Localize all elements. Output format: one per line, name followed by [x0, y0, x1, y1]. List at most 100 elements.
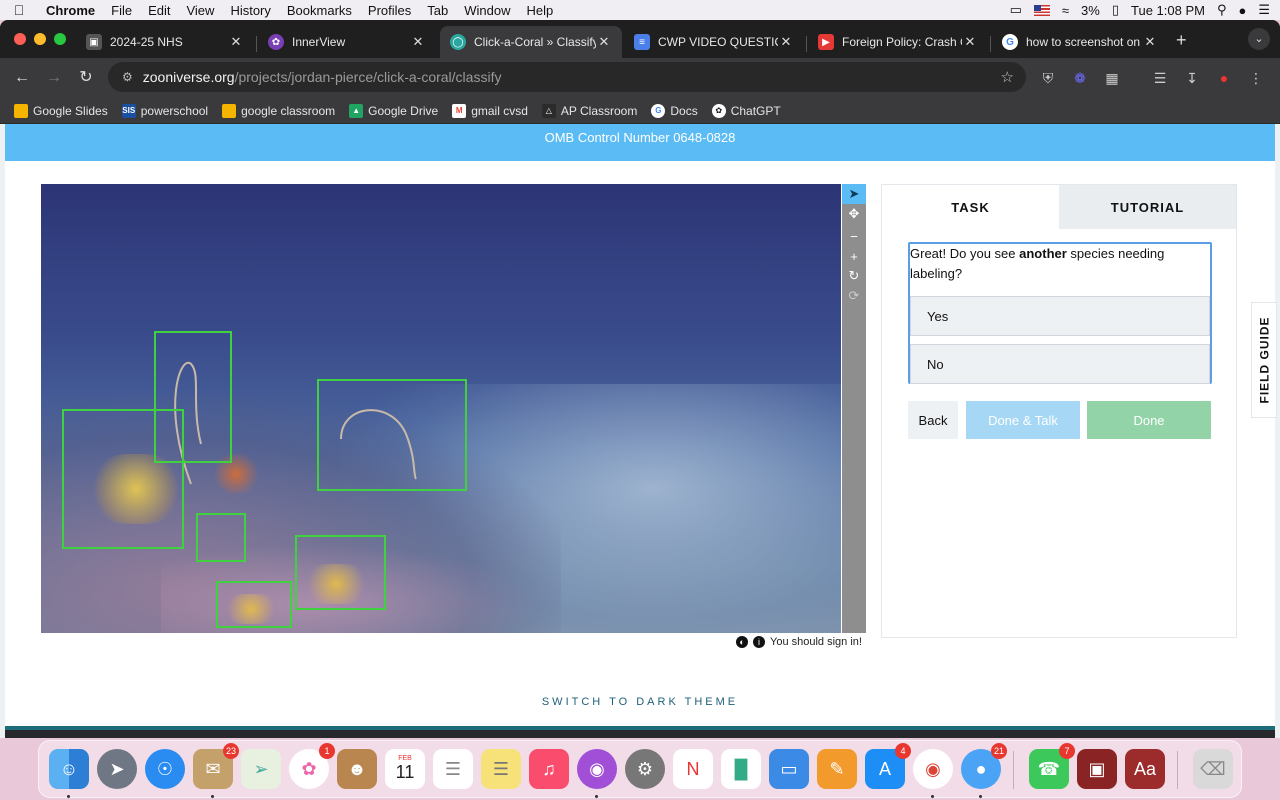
podcasts-icon[interactable]: ◉: [577, 749, 617, 789]
tab-search-icon[interactable]: ⌄: [1248, 28, 1270, 50]
answer-no[interactable]: No: [910, 344, 1210, 384]
launchpad-icon[interactable]: ➤: [97, 749, 137, 789]
switch-dark-theme-link[interactable]: SWITCH TO DARK THEME: [0, 696, 1280, 708]
pages-icon[interactable]: ✎: [817, 749, 857, 789]
input-source-flag-icon[interactable]: [1033, 4, 1050, 16]
tab-task[interactable]: TASK: [882, 185, 1059, 229]
menu-bookmarks[interactable]: Bookmarks: [279, 3, 360, 18]
numbers-icon[interactable]: █: [721, 749, 761, 789]
site-settings-icon[interactable]: ⚙: [122, 70, 133, 84]
apple-icon[interactable]: : [0, 2, 38, 18]
zoom-out-icon[interactable]: −: [842, 226, 866, 246]
annotation-box[interactable]: [62, 409, 184, 549]
address-bar[interactable]: ⚙ zooniverse.org/projects/jordan-pierce/…: [108, 62, 1026, 92]
done-and-talk-button[interactable]: Done & Talk: [966, 401, 1080, 439]
menu-help[interactable]: Help: [519, 3, 562, 18]
mail-app-icon[interactable]: ✉ 23: [193, 743, 239, 789]
notes-icon[interactable]: ☰: [481, 749, 521, 789]
contrast-icon[interactable]: ◐: [736, 636, 748, 648]
spotlight-search-icon[interactable]: ⚲: [1217, 2, 1227, 18]
menu-view[interactable]: View: [178, 3, 222, 18]
safari-icon[interactable]: ☉: [145, 749, 185, 789]
tab-nhs[interactable]: ▣ 2024-25 NHS ✕: [76, 26, 254, 58]
close-tab-icon[interactable]: ✕: [778, 34, 794, 50]
menu-window[interactable]: Window: [456, 3, 518, 18]
messages-icon[interactable]: ● 21: [961, 743, 1007, 789]
close-window-button[interactable]: [14, 33, 26, 45]
close-tab-icon[interactable]: ✕: [596, 34, 612, 50]
system-settings-icon[interactable]: ⚙: [625, 749, 665, 789]
facetime-icon[interactable]: ☎ 7: [1029, 743, 1075, 789]
menu-file[interactable]: File: [103, 3, 140, 18]
maps-icon[interactable]: ➢: [241, 749, 281, 789]
pointer-tool-icon[interactable]: ➤: [842, 184, 866, 204]
finder-icon[interactable]: ☺: [49, 749, 89, 789]
minimize-window-button[interactable]: [34, 33, 46, 45]
bookmark-gmail-cvsd[interactable]: Mgmail cvsd: [452, 103, 528, 118]
tab-innerview[interactable]: ✿ InnerView ✕: [258, 26, 436, 58]
photo-booth-icon[interactable]: ▣: [1077, 749, 1117, 789]
tab-click-a-coral[interactable]: ◯ Click-a-Coral » Classify ✕: [440, 26, 622, 58]
back-button[interactable]: Back: [908, 401, 958, 439]
menu-history[interactable]: History: [222, 3, 278, 18]
tab-cwp-video-questions[interactable]: ≡ CWP VIDEO QUESTIONS ✕: [624, 26, 804, 58]
contacts-icon[interactable]: ☻: [337, 749, 377, 789]
zoom-window-button[interactable]: [54, 33, 66, 45]
annotation-box[interactable]: [295, 535, 386, 610]
bookmark-docs[interactable]: G Docs: [651, 103, 698, 118]
bookmark-google-classroom[interactable]: google classroom: [222, 103, 335, 118]
reminders-icon[interactable]: ☰: [433, 749, 473, 789]
shield-extension-icon[interactable]: ⛨: [1038, 68, 1058, 88]
battery-icon[interactable]: ▯: [1112, 2, 1119, 18]
menu-edit[interactable]: Edit: [140, 3, 178, 18]
bookmark-google-drive[interactable]: ▲ Google Drive: [349, 103, 438, 118]
rotate-icon[interactable]: ↻: [842, 266, 866, 286]
gear-extension-icon[interactable]: ❁: [1070, 68, 1090, 88]
move-tool-icon[interactable]: ✥: [842, 204, 866, 224]
forward-arrow-icon[interactable]: →: [42, 66, 66, 90]
download-icon[interactable]: ↧: [1182, 68, 1202, 88]
bookmark-google-slides[interactable]: Google Slides: [14, 103, 108, 118]
app-store-icon[interactable]: A4: [865, 743, 911, 789]
annotation-box[interactable]: [317, 379, 467, 491]
photos-icon[interactable]: ✿ 1: [289, 743, 335, 789]
tab-how-to-screenshot[interactable]: G how to screenshot on m ✕: [992, 26, 1168, 58]
extensions-puzzle-icon[interactable]: ▦: [1102, 68, 1122, 88]
reload-icon[interactable]: ↻: [74, 66, 98, 90]
zoom-in-icon[interactable]: +: [842, 246, 866, 266]
reading-list-icon[interactable]: ☰: [1150, 68, 1170, 88]
bookmark-star-icon[interactable]: ☆: [1001, 68, 1014, 86]
airplay-icon[interactable]: ▭: [1010, 2, 1022, 18]
news-icon[interactable]: N: [673, 749, 713, 789]
annotation-box[interactable]: [196, 513, 246, 562]
trash-icon[interactable]: ⌫: [1193, 749, 1233, 789]
keynote-icon[interactable]: ▭: [769, 749, 809, 789]
profile-avatar-icon[interactable]: ●: [1214, 68, 1234, 88]
calendar-icon[interactable]: FEB 11: [385, 749, 425, 789]
close-tab-icon[interactable]: ✕: [410, 34, 426, 50]
field-guide-tab[interactable]: FIELD GUIDE: [1251, 302, 1277, 418]
tab-foreign-policy[interactable]: ▶ Foreign Policy: Crash Co ✕: [808, 26, 988, 58]
music-icon[interactable]: ♫: [529, 749, 569, 789]
new-tab-icon[interactable]: +: [1176, 30, 1187, 51]
control-center-icon[interactable]: ☰: [1258, 2, 1270, 18]
reset-view-icon[interactable]: ⟳: [842, 286, 866, 306]
subject-image[interactable]: [41, 184, 841, 633]
answer-yes[interactable]: Yes: [910, 296, 1210, 336]
done-button[interactable]: Done: [1087, 401, 1211, 439]
chrome-menu-icon[interactable]: ⋮: [1246, 68, 1266, 88]
close-tab-icon[interactable]: ✕: [1142, 34, 1158, 50]
back-arrow-icon[interactable]: ←: [10, 66, 34, 90]
tab-tutorial[interactable]: TUTORIAL: [1059, 185, 1236, 229]
info-icon[interactable]: i: [753, 636, 765, 648]
close-tab-icon[interactable]: ✕: [228, 34, 244, 50]
menu-tab[interactable]: Tab: [419, 3, 456, 18]
wifi-icon[interactable]: ≈: [1062, 3, 1069, 18]
menu-profiles[interactable]: Profiles: [360, 3, 419, 18]
bookmark-chatgpt[interactable]: ✿ ChatGPT: [711, 103, 781, 118]
chrome-icon[interactable]: ◉: [913, 749, 953, 789]
siri-icon[interactable]: ●: [1238, 3, 1246, 18]
dictionary-icon[interactable]: Aa: [1125, 749, 1165, 789]
close-tab-icon[interactable]: ✕: [962, 34, 978, 50]
annotation-box[interactable]: [216, 581, 292, 628]
